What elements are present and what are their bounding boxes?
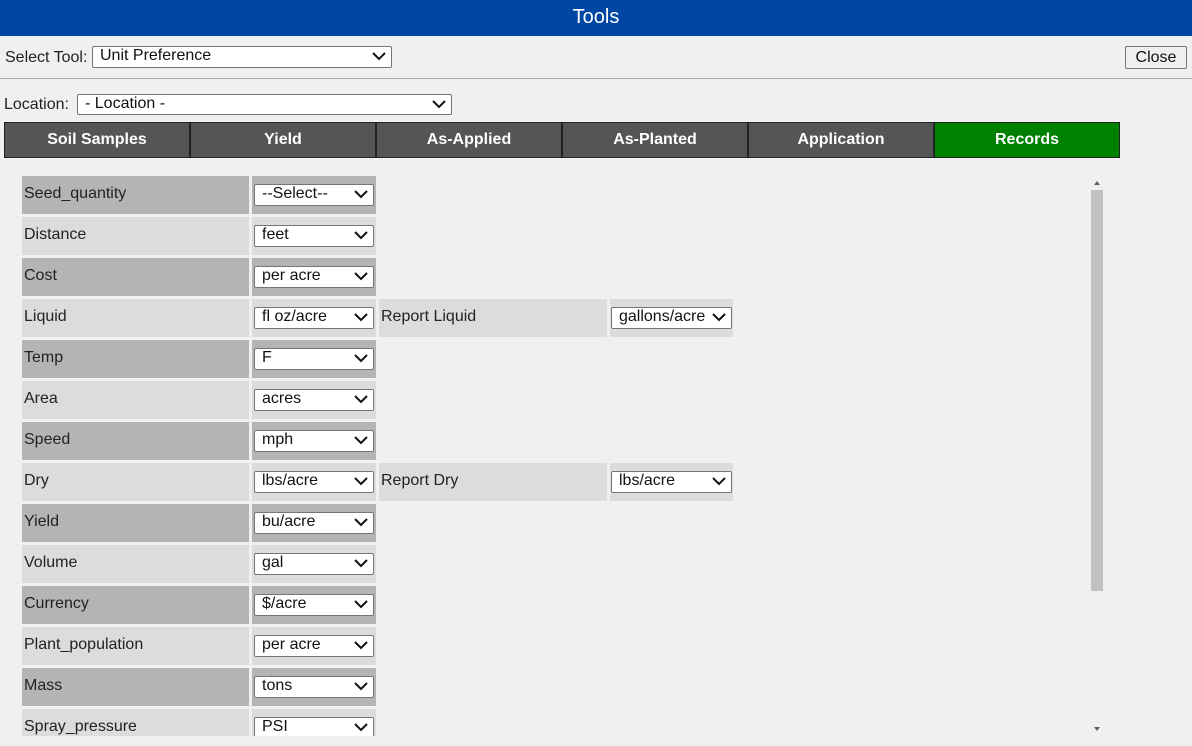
chevron-down-icon	[354, 395, 368, 404]
location-label: Location:	[4, 96, 69, 113]
chevron-down-icon	[432, 99, 446, 108]
tab-records[interactable]: Records	[934, 122, 1120, 158]
tab-yield[interactable]: Yield	[190, 122, 376, 158]
pref-label: Dry	[22, 463, 249, 501]
pref-label: Area	[22, 381, 249, 419]
scrollbar-thumb[interactable]	[1091, 190, 1103, 591]
chevron-down-icon	[712, 477, 726, 486]
location-dropdown[interactable]: - Location -	[77, 94, 452, 115]
category-tabs: Soil Samples Yield As-Applied As-Planted…	[4, 122, 1121, 158]
report-dry-select[interactable]: lbs/acre	[611, 471, 732, 493]
chevron-down-icon	[354, 272, 368, 281]
pref-select[interactable]: per acre	[254, 266, 374, 288]
pref-label: Currency	[22, 586, 249, 624]
pref-label: Temp	[22, 340, 249, 378]
chevron-down-icon	[354, 190, 368, 199]
pref-row-plant-population: Plant_population per acre	[22, 627, 734, 665]
pref-row-cost: Cost per acre	[22, 258, 734, 296]
pref-label: Liquid	[22, 299, 249, 337]
pref-row-currency: Currency $/acre	[22, 586, 734, 624]
tool-selector-bar: Select Tool: Unit Preference	[0, 36, 1192, 79]
chevron-down-icon	[354, 477, 368, 486]
chevron-down-icon	[354, 313, 368, 322]
chevron-down-icon	[354, 518, 368, 527]
pref-label: Seed_quantity	[22, 176, 249, 214]
tab-soil-samples[interactable]: Soil Samples	[4, 122, 190, 158]
pref-row-temp: Temp F	[22, 340, 734, 378]
pref-row-liquid: Liquid fl oz/acre Report Liquid gallons/…	[22, 299, 734, 337]
scroll-up-arrow-icon[interactable]	[1090, 176, 1104, 190]
pref-label: Distance	[22, 217, 249, 255]
select-tool-dropdown[interactable]: Unit Preference	[92, 46, 392, 68]
pref-row-distance: Distance feet	[22, 217, 734, 255]
chevron-down-icon	[354, 641, 368, 650]
pref-label: Spray_pressure	[22, 709, 249, 736]
pref-select[interactable]: --Select--	[254, 184, 374, 206]
chevron-down-icon	[354, 559, 368, 568]
window-title: Tools	[0, 0, 1192, 36]
location-value: - Location -	[85, 95, 166, 112]
pref-select[interactable]: tons	[254, 676, 374, 698]
chevron-down-icon	[712, 313, 726, 322]
tab-as-planted[interactable]: As-Planted	[562, 122, 748, 158]
scroll-down-arrow-icon[interactable]	[1090, 722, 1104, 736]
pref-select[interactable]: F	[254, 348, 374, 370]
pref-select[interactable]: $/acre	[254, 594, 374, 616]
pref-label: Yield	[22, 504, 249, 542]
pref-label: Plant_population	[22, 627, 249, 665]
chevron-down-icon	[354, 231, 368, 240]
report-dry-label: Report Dry	[379, 463, 607, 501]
chevron-down-icon	[354, 600, 368, 609]
tab-application[interactable]: Application	[748, 122, 934, 158]
report-liquid-label: Report Liquid	[379, 299, 607, 337]
pref-select[interactable]: bu/acre	[254, 512, 374, 534]
chevron-down-icon	[372, 52, 386, 61]
pref-select[interactable]: gal	[254, 553, 374, 575]
pref-row-volume: Volume gal	[22, 545, 734, 583]
pref-select[interactable]: per acre	[254, 635, 374, 657]
pref-label: Speed	[22, 422, 249, 460]
pref-row-speed: Speed mph	[22, 422, 734, 460]
pref-row-spray-pressure: Spray_pressure PSI	[22, 709, 734, 736]
chevron-down-icon	[354, 723, 368, 732]
pref-select[interactable]: acres	[254, 389, 374, 411]
pref-select[interactable]: mph	[254, 430, 374, 452]
pref-row-area: Area acres	[22, 381, 734, 419]
tab-as-applied[interactable]: As-Applied	[376, 122, 562, 158]
pref-row-yield: Yield bu/acre	[22, 504, 734, 542]
pref-select[interactable]: PSI	[254, 717, 374, 736]
pref-select[interactable]: feet	[254, 225, 374, 247]
pref-select[interactable]: fl oz/acre	[254, 307, 374, 329]
chevron-down-icon	[354, 354, 368, 363]
pref-label: Cost	[22, 258, 249, 296]
select-tool-value: Unit Preference	[100, 47, 212, 64]
chevron-down-icon	[354, 682, 368, 691]
pref-label: Volume	[22, 545, 249, 583]
pref-row-seed-quantity: Seed_quantity --Select--	[22, 176, 734, 214]
unit-preference-list: Seed_quantity --Select-- Distance feet C…	[22, 176, 1082, 736]
chevron-down-icon	[354, 436, 368, 445]
vertical-scrollbar[interactable]	[1090, 176, 1104, 736]
select-tool-label: Select Tool:	[5, 49, 88, 66]
pref-label: Mass	[22, 668, 249, 706]
close-button[interactable]: Close	[1125, 46, 1187, 69]
pref-select[interactable]: lbs/acre	[254, 471, 374, 493]
pref-row-mass: Mass tons	[22, 668, 734, 706]
pref-row-dry: Dry lbs/acre Report Dry lbs/acre	[22, 463, 734, 501]
report-liquid-select[interactable]: gallons/acre	[611, 307, 732, 329]
